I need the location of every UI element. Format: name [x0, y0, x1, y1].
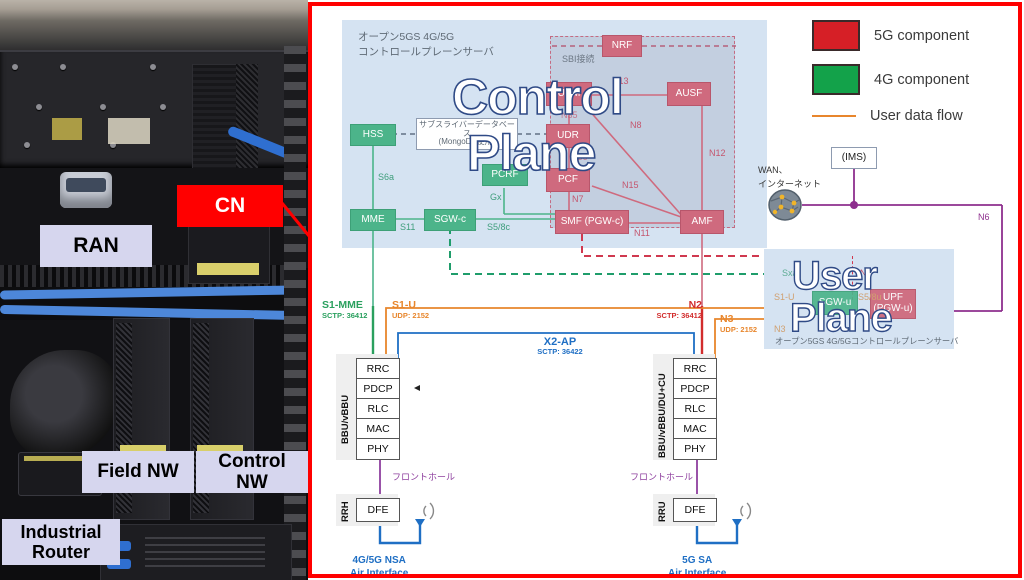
legend-row-user-flow: User data flow [812, 108, 1012, 124]
node-ausf[interactable]: AUSF [667, 82, 711, 106]
rack-chassis-upper [0, 50, 308, 168]
iface-n8: N8 [630, 120, 642, 130]
photo-label-field-nw: Field NW [82, 451, 194, 493]
fronthaul-left-label: フロントホール [392, 472, 456, 482]
node-udr[interactable]: UDR [546, 124, 590, 148]
iface-n12: N12 [709, 148, 726, 158]
rack-lan-cable-1 [0, 285, 301, 300]
legend-line-user-flow [812, 115, 856, 117]
node-sgw-c[interactable]: SGW-c [424, 209, 476, 231]
iface-sxa: Sxa [782, 268, 798, 278]
node-udm[interactable]: UDM [546, 82, 592, 106]
iface-n3-up: N3 [774, 324, 786, 334]
photo-label-cn: CN [177, 185, 283, 227]
air-interface-right: 5G SA Air Interface [668, 555, 727, 578]
legend-swatch-4g [812, 64, 860, 95]
iface-s6a: S6a [378, 172, 395, 182]
stack-right: RRC PDCP RLC MAC PHY [673, 358, 717, 460]
subscriber-database-box: サブスライバーデータベース (MongoDB使用) [416, 118, 518, 150]
iface-s11: S11 [400, 222, 416, 232]
stack-right-rrc: RRC [674, 359, 716, 379]
iface-n36: N36 [571, 152, 588, 162]
photo-label-ran: RAN [40, 225, 152, 267]
stack-right-pdcp: PDCP [674, 379, 716, 399]
iface-n15: N15 [622, 180, 639, 190]
rack-ups-device [60, 172, 112, 208]
equipment-rack-photo: RAN Field NW Control NW Industrial Route… [0, 0, 308, 580]
stack-right-phy: PHY [684, 443, 706, 455]
bbu-left-label: BBU/vBBU [340, 394, 351, 444]
node-mme[interactable]: MME [350, 209, 396, 231]
architecture-diagram-panel: オープン5GS 4G/5G コントロールプレーンサーバ SBI接続 HSS MM… [308, 2, 1022, 578]
iface-s1u-up: S1-U [774, 292, 795, 302]
rack-sticker-yellow [52, 118, 82, 140]
node-pcf[interactable]: PCF [546, 168, 590, 192]
rack-server-mesh [236, 64, 258, 176]
internet-cloud-icon [768, 189, 802, 221]
iface-gx: Gx [490, 192, 502, 202]
stack-left-mac: MAC [357, 419, 399, 439]
node-smf[interactable]: SMF (PGW-c) [555, 210, 629, 234]
protocol-x2-ap: X2-AP SCTP: 36422 [537, 336, 583, 357]
wan-internet-label: WAN、 インターネット [758, 165, 822, 189]
dfe-right: DFE [673, 498, 717, 522]
db-line1: サブスライバーデータベース [419, 120, 515, 138]
stack-left-rrc: RRC [357, 359, 399, 379]
node-amf[interactable]: AMF [680, 210, 724, 234]
rrh-left-label: RRH [340, 501, 351, 522]
node-hss[interactable]: HSS [350, 124, 396, 146]
protocol-n3: N3 UDP: 2152 [720, 313, 758, 334]
rack-sticker-white [108, 118, 150, 144]
stack-right-mac: MAC [674, 419, 716, 439]
node-sgw-u[interactable]: SGW-u [812, 291, 858, 315]
stack-left-rlc: RLC [357, 399, 399, 419]
legend-label-user-flow: User data flow [870, 108, 963, 124]
rack-bottom-switch [100, 524, 292, 580]
rack-mounting-rail [284, 46, 306, 580]
stack-left-phy: PHY [367, 443, 389, 455]
protocol-s1-mme: S1-MME SCTP: 36412 [322, 299, 368, 320]
legend-swatch-5g [812, 20, 860, 51]
node-pcrf[interactable]: PCRF [482, 164, 528, 186]
legend-label-5g: 5G component [874, 27, 970, 44]
iface-n7: N7 [572, 194, 584, 204]
screenshot-root: RAN Field NW Control NW Industrial Route… [0, 0, 1024, 580]
iface-s58c: S5/8c [487, 222, 511, 232]
stack-right-rlc: RLC [674, 399, 716, 419]
user-plane-server-title: オープン5GS 4G/5Gコントロールプレーンサーバ [775, 336, 959, 346]
rru-right-label: RRU [657, 501, 668, 522]
rack-top-cables [0, 0, 308, 52]
node-nrf[interactable]: NRF [602, 35, 642, 57]
iface-n11: N11 [634, 228, 650, 238]
photo-label-control-nw: Control NW [196, 451, 308, 493]
bbu-right-label: BBU/vBBU/DU+CU [657, 373, 668, 458]
legend: 5G component 4G component User data flow [812, 20, 1012, 137]
iface-n13: N13 [612, 76, 629, 86]
ims-box[interactable]: (IMS) [831, 147, 877, 169]
legend-row-5g: 5G component [812, 20, 1012, 51]
db-line2: (MongoDB使用) [438, 137, 496, 147]
iface-n6: N6 [978, 212, 990, 222]
stack-left: RRC PDCP RLC MAC PHY [356, 358, 400, 460]
protocol-s1-u: S1-U UDP: 2152 [392, 299, 430, 320]
air-interface-left: 4G/5G NSA Air Interface [350, 555, 409, 578]
protocol-n2: N2 SCTP: 36412 [656, 299, 702, 320]
stack-left-pdcp: PDCP [357, 379, 399, 399]
dfe-left: DFE [356, 498, 400, 522]
fronthaul-right-label: フロントホール [630, 472, 694, 482]
iface-n35: N35 [561, 110, 578, 120]
legend-row-4g: 4G component [812, 64, 1012, 95]
iface-n4: N4 [860, 268, 872, 278]
iface-s58u: S5/8u [858, 292, 882, 302]
photo-label-industrial-router: Industrial Router [2, 519, 120, 565]
legend-label-4g: 4G component [874, 71, 970, 88]
